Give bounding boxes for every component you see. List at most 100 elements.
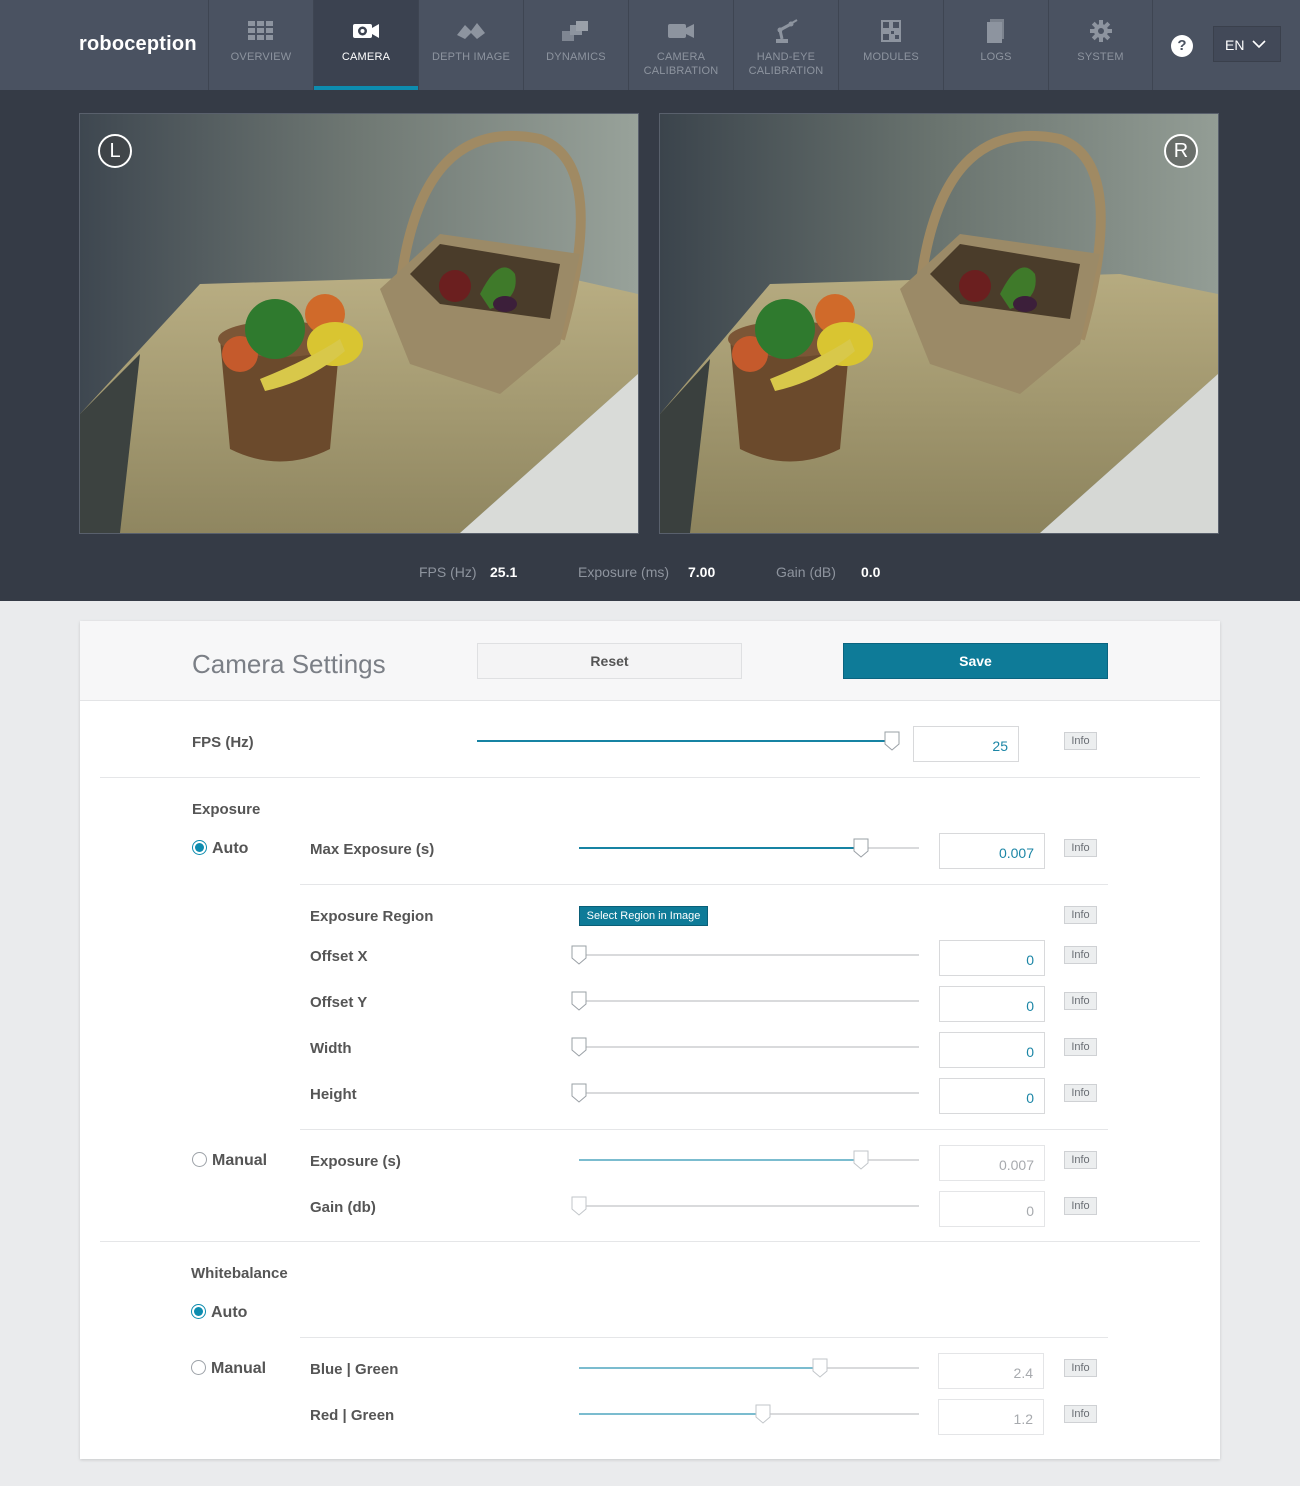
gain-label: Gain (db) — [310, 1199, 376, 1216]
exposure-stat-value: 7.00 — [688, 564, 716, 580]
slider-fill — [477, 740, 892, 742]
exposure-region-info-button[interactable]: Info — [1064, 906, 1097, 924]
robot-arm-icon — [776, 19, 798, 43]
width-info-button[interactable]: Info — [1064, 1038, 1097, 1056]
slider-thumb[interactable] — [571, 1083, 587, 1103]
fps-info-button[interactable]: Info — [1064, 732, 1097, 750]
nav-camera[interactable]: CAMERA — [313, 0, 418, 90]
nav-logs[interactable]: LOGS — [943, 0, 1048, 90]
nav-label: CAMERA CALIBRATION — [643, 51, 719, 77]
nav-camera-calibration[interactable]: CAMERA CALIBRATION — [628, 0, 733, 90]
offset-y-input[interactable]: 0 — [939, 986, 1045, 1022]
camera-view: L R FPS (Hz) 25.1 Exposure (ms) 7.00 Gai… — [0, 90, 1300, 601]
slider-thumb[interactable] — [853, 1150, 869, 1170]
offset-y-slider[interactable] — [571, 991, 919, 1011]
offset-y-info-button[interactable]: Info — [1064, 992, 1097, 1010]
depth-icon — [457, 23, 485, 39]
blue-green-slider[interactable] — [579, 1358, 919, 1378]
divider — [100, 1241, 1200, 1242]
exposure-auto-radio[interactable] — [192, 840, 207, 855]
whitebalance-auto-radio[interactable] — [191, 1304, 206, 1319]
language-value: EN — [1225, 37, 1245, 53]
exposure-manual-label: Manual — [212, 1152, 268, 1169]
blue-green-info-button[interactable]: Info — [1064, 1359, 1097, 1377]
blue-green-input[interactable]: 2.4 — [938, 1353, 1044, 1389]
exposure-manual-radio[interactable] — [192, 1152, 207, 1167]
nav-system[interactable]: SYSTEM — [1048, 0, 1153, 90]
max-exposure-slider[interactable] — [579, 838, 919, 858]
max-exposure-input[interactable]: 0.007 — [939, 833, 1045, 869]
manual-exposure-input[interactable]: 0.007 — [939, 1145, 1045, 1181]
divider — [300, 884, 1108, 885]
slider-thumb[interactable] — [571, 1196, 587, 1216]
width-label: Width — [310, 1040, 352, 1057]
nav-label: LOGS — [980, 51, 1012, 63]
height-info-button[interactable]: Info — [1064, 1084, 1097, 1102]
nav-modules[interactable]: MODULES — [838, 0, 943, 90]
gain-input[interactable]: 0 — [939, 1191, 1045, 1227]
slider-fill — [579, 1413, 763, 1415]
slider-fill — [579, 1159, 862, 1161]
save-button[interactable]: Save — [843, 643, 1108, 679]
offset-x-slider[interactable] — [571, 945, 919, 965]
grid-icon — [248, 21, 273, 40]
nav-depth-image[interactable]: DEPTH IMAGE — [418, 0, 523, 90]
brand-logo[interactable]: roboception — [79, 33, 197, 56]
camera-settings-card: Camera Settings Reset Save FPS (Hz) 25 I… — [80, 621, 1220, 1459]
fps-stat-label: FPS (Hz) — [419, 564, 477, 580]
width-slider[interactable] — [571, 1037, 919, 1057]
nav-dynamics[interactable]: DYNAMICS — [523, 0, 628, 90]
offset-y-label: Offset Y — [310, 994, 368, 1011]
whitebalance-manual-radio[interactable] — [191, 1360, 206, 1375]
select-region-button[interactable]: Select Region in Image — [579, 906, 708, 926]
slider-thumb[interactable] — [755, 1404, 771, 1424]
red-green-input[interactable]: 1.2 — [938, 1399, 1044, 1435]
height-input[interactable]: 0 — [939, 1078, 1045, 1114]
gain-slider[interactable] — [571, 1196, 919, 1216]
max-exposure-info-button[interactable]: Info — [1064, 839, 1097, 857]
gain-info-button[interactable]: Info — [1064, 1197, 1097, 1215]
manual-exposure-label: Exposure (s) — [310, 1153, 401, 1170]
offset-x-label: Offset X — [310, 948, 368, 965]
manual-exposure-slider[interactable] — [579, 1150, 919, 1170]
gain-stat-label: Gain (dB) — [776, 564, 836, 580]
slider-thumb[interactable] — [853, 838, 869, 858]
offset-x-input[interactable]: 0 — [939, 940, 1045, 976]
nav-overview[interactable]: OVERVIEW — [208, 0, 313, 90]
fps-label: FPS (Hz) — [192, 734, 254, 751]
nav-label: DYNAMICS — [546, 51, 606, 63]
nav-hand-eye-calibration[interactable]: HAND-EYE CALIBRATION — [733, 0, 838, 90]
card-header: Camera Settings Reset Save — [80, 621, 1220, 701]
document-icon — [987, 19, 1004, 43]
exposure-stat-label: Exposure (ms) — [578, 564, 670, 580]
width-input[interactable]: 0 — [939, 1032, 1045, 1068]
height-slider[interactable] — [571, 1083, 919, 1103]
reset-button[interactable]: Reset — [477, 643, 742, 679]
left-camera-tag: L — [98, 134, 132, 168]
slider-thumb[interactable] — [571, 945, 587, 965]
help-icon[interactable]: ? — [1171, 35, 1193, 57]
fps-input[interactable]: 25 — [913, 726, 1019, 762]
offset-x-info-button[interactable]: Info — [1064, 946, 1097, 964]
red-green-info-button[interactable]: Info — [1064, 1405, 1097, 1423]
divider — [100, 777, 1200, 778]
gain-stat-value: 0.0 — [861, 564, 881, 580]
height-label: Height — [310, 1086, 357, 1103]
manual-exposure-info-button[interactable]: Info — [1064, 1151, 1097, 1169]
slider-fill — [579, 1367, 821, 1369]
slider-thumb[interactable] — [571, 991, 587, 1011]
fps-slider[interactable] — [477, 731, 900, 751]
slider-thumb[interactable] — [571, 1037, 587, 1057]
slider-thumb[interactable] — [884, 731, 900, 751]
slider-fill — [579, 847, 862, 849]
fps-stat-value: 25.1 — [490, 564, 518, 580]
divider — [300, 1129, 1108, 1130]
language-select[interactable]: EN — [1213, 26, 1281, 62]
camera-gear-icon — [353, 24, 379, 38]
page-title: Camera Settings — [192, 649, 386, 679]
max-exposure-label: Max Exposure (s) — [310, 841, 435, 858]
slider-thumb[interactable] — [812, 1358, 828, 1378]
red-green-slider[interactable] — [579, 1404, 919, 1424]
scene-image — [80, 114, 638, 533]
whitebalance-auto-label: Auto — [211, 1304, 248, 1321]
